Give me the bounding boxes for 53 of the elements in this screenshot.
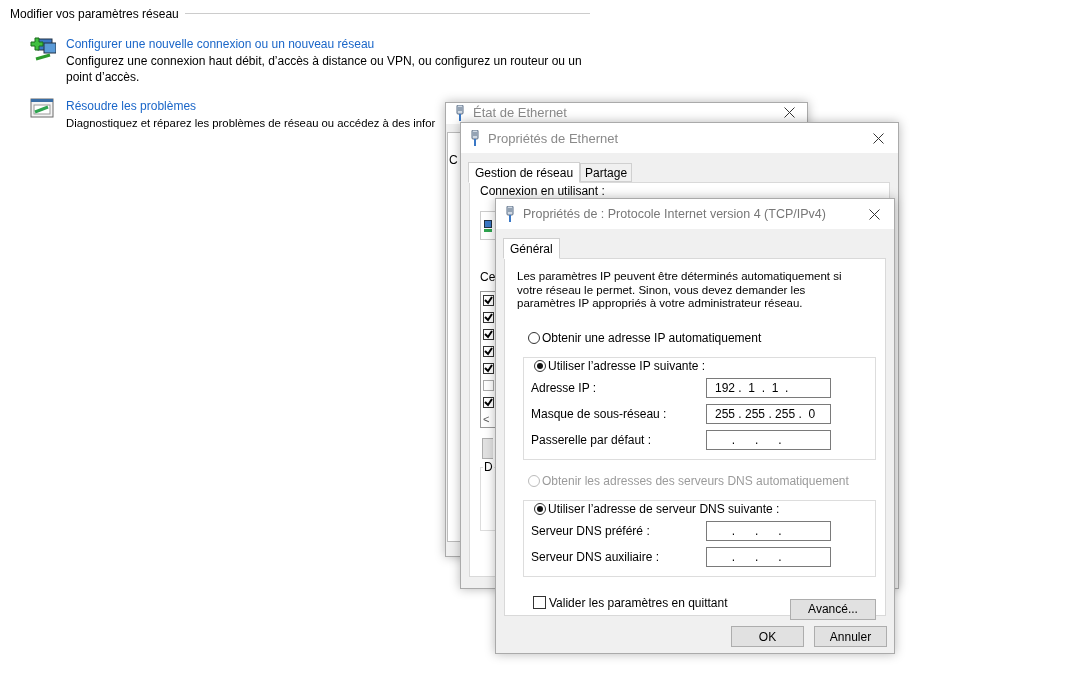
group-label: D: [483, 460, 494, 474]
ip-address-field[interactable]: . . .: [706, 429, 831, 450]
network-plug-icon: [470, 130, 480, 146]
ip-address-field[interactable]: . . .: [706, 520, 831, 541]
radio-label[interactable]: Utiliser l’adresse de serveur DNS suivante :: [548, 501, 780, 516]
window-title: État de Ethernet: [473, 105, 568, 120]
task-link[interactable]: Configurer une nouvelle connexion ou un nouveau réseau: [66, 37, 375, 51]
checkbox[interactable]: [483, 312, 494, 323]
field-label: Connexion en utilisant :: [480, 185, 605, 199]
checkbox[interactable]: [483, 380, 494, 391]
field-label: Serveur DNS auxiliaire :: [531, 549, 660, 564]
field-label: Adresse IP :: [531, 380, 597, 395]
ok-button[interactable]: OK: [731, 626, 804, 647]
close-icon: [868, 208, 880, 220]
radio-button[interactable]: [528, 331, 540, 344]
checkbox-label[interactable]: Valider les paramètres en quittant: [549, 595, 728, 610]
ip-address-field[interactable]: 255 . 255 . 255 . 0: [706, 403, 831, 424]
radio-label[interactable]: Utiliser l’adresse IP suivante :: [548, 358, 706, 373]
network-plug-icon: [455, 105, 465, 121]
tab[interactable]: Partage: [580, 163, 633, 182]
close-icon: [783, 106, 795, 118]
checkbox[interactable]: [483, 363, 494, 374]
ip-address-field[interactable]: 192 . 1 . 1 .: [706, 377, 831, 398]
adapter-icon: [484, 219, 492, 232]
network-icon: [30, 35, 56, 61]
checkbox[interactable]: [533, 596, 546, 609]
field-label: Serveur DNS préféré :: [531, 523, 650, 538]
field-label: Passerelle par défaut :: [531, 432, 652, 447]
task-description: Diagnostiquez et réparez les problèmes de réseau ou accédez à des infor: [66, 116, 436, 131]
radio-label[interactable]: Obtenir une adresse IP automatiquement: [542, 330, 762, 345]
task-link[interactable]: Résoudre les problèmes: [66, 99, 197, 113]
checkbox[interactable]: [483, 397, 494, 408]
instruction-text: Les paramètres IP peuvent être déterminés automatiquement si votre réseau le permet. Sinon, vous devez demander les paramètres IP appropriés à votre administrateur réseau.: [517, 270, 843, 311]
close-icon: [872, 132, 884, 144]
tab[interactable]: Gestion de réseau: [468, 162, 581, 183]
cancel-button[interactable]: Annuler: [814, 626, 887, 647]
tab[interactable]: Général: [503, 238, 560, 259]
network-plug-icon: [505, 206, 515, 222]
radio-button[interactable]: [534, 502, 546, 515]
checkbox[interactable]: [483, 346, 494, 357]
checkbox[interactable]: [483, 295, 494, 306]
window-title: Propriétés de : Protocole Internet version 4 (TCP/IPv4): [523, 207, 827, 221]
field-label: Ce: [480, 271, 496, 285]
section-heading: Modifier vos paramètres réseau: [10, 6, 179, 21]
field-label: Masque de sous-réseau :: [531, 406, 667, 421]
task-description: Configurez une connexion haut débit, d’accès à distance ou VPN, ou configurez un routeur ou un point d’accès.: [66, 53, 583, 85]
radio-button[interactable]: [534, 359, 546, 372]
section-label: C: [449, 153, 458, 167]
check-icon: [484, 398, 493, 407]
checkbox[interactable]: [483, 329, 494, 340]
window-title: Propriétés de Ethernet: [488, 130, 620, 146]
ip-address-field[interactable]: . . .: [706, 546, 831, 567]
advanced-button[interactable]: Avancé...: [790, 598, 876, 620]
